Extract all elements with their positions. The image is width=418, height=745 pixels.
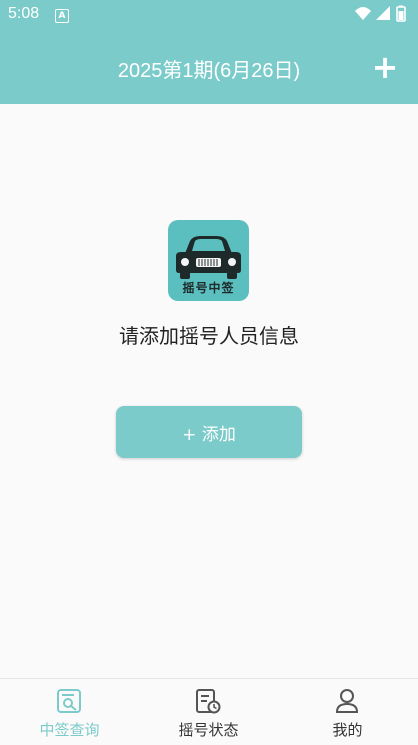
tab-lottery-status[interactable]: 摇号状态: [139, 679, 278, 745]
app-logo: 摇号中签: [168, 220, 249, 301]
plus-icon: +: [371, 48, 399, 86]
notification-icon: A: [55, 9, 69, 23]
tab-mine[interactable]: 我的: [278, 679, 417, 745]
search-document-icon: [57, 689, 81, 713]
document-clock-icon: [196, 689, 221, 714]
person-icon: [335, 689, 359, 713]
app-header: 5:08 A 2025第1期(6月26日) +: [0, 0, 418, 104]
status-bar: 5:08 A: [0, 0, 418, 30]
tab-label: 中签查询: [39, 721, 100, 739]
bottom-tab-bar: 中签查询 摇号状态 我的: [0, 678, 418, 745]
add-period-button[interactable]: +: [370, 51, 400, 83]
add-person-button[interactable]: + 添加: [116, 406, 302, 458]
status-icons: [355, 5, 406, 22]
tab-label: 我的: [332, 721, 363, 739]
page-title: 2025第1期(6月26日): [117, 60, 301, 82]
status-time: 5:08: [8, 5, 40, 22]
empty-state-message: 请添加摇号人员信息: [119, 324, 299, 348]
logo-text: 摇号中签: [182, 281, 235, 295]
tab-label: 摇号状态: [178, 721, 239, 739]
signal-icon: [376, 6, 390, 20]
wifi-icon: [355, 7, 371, 20]
tab-lottery-query[interactable]: 中签查询: [0, 679, 139, 745]
battery-icon: [396, 5, 406, 22]
car-icon: [176, 236, 241, 279]
